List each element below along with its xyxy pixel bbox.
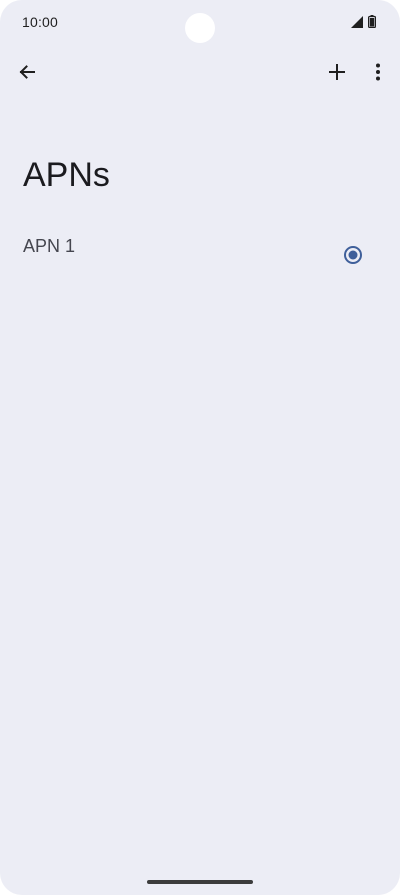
home-indicator[interactable] <box>147 880 253 884</box>
phone-screen: 10:00 APNs APN 1 <box>0 0 400 895</box>
radio-selected-icon[interactable] <box>343 245 363 265</box>
page-title: APNs <box>23 156 110 194</box>
toolbar <box>0 52 400 96</box>
signal-icon <box>351 15 363 33</box>
more-options-button[interactable] <box>358 54 398 94</box>
back-arrow-icon <box>17 62 37 87</box>
add-apn-button[interactable] <box>317 54 357 94</box>
back-button[interactable] <box>7 54 47 94</box>
more-vert-icon <box>375 63 381 86</box>
status-time: 10:00 <box>22 14 59 30</box>
battery-icon <box>368 15 377 33</box>
apn-list-item[interactable]: APN 1 <box>0 222 400 288</box>
apn-label: APN 1 <box>23 236 76 256</box>
status-icons <box>351 15 377 33</box>
status-bar: 10:00 <box>0 0 400 44</box>
camera-cutout <box>185 13 215 43</box>
add-icon <box>328 63 346 86</box>
